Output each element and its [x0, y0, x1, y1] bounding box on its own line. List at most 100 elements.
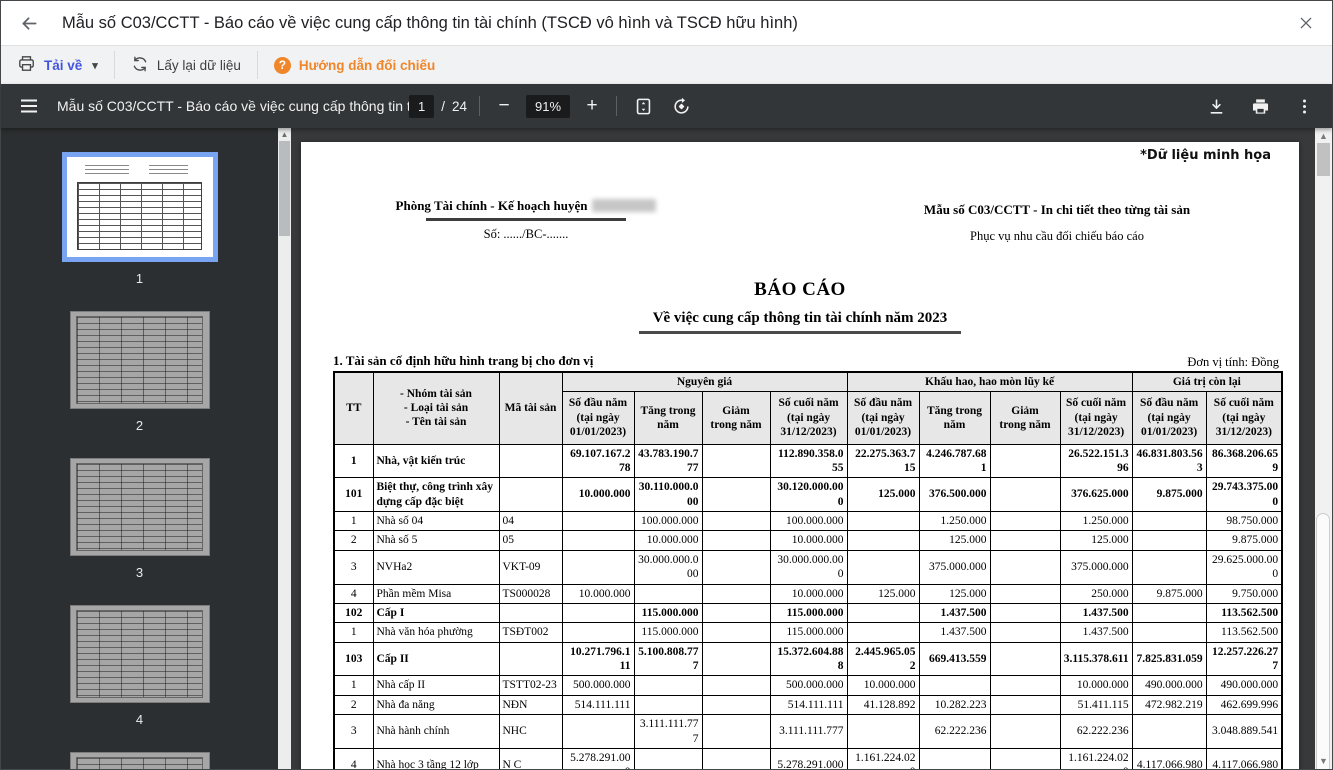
- rotate-icon[interactable]: [667, 92, 695, 120]
- table-cell: [701, 747, 771, 769]
- page-number-input[interactable]: 1: [409, 94, 435, 118]
- table-cell: [846, 602, 920, 624]
- more-options-icon[interactable]: [1290, 92, 1318, 120]
- reload-data-button[interactable]: Lấy lại dữ liệu: [115, 46, 257, 84]
- form-code: Mẫu số C03/CCTT - In chi tiết theo từng …: [923, 202, 1191, 217]
- question-icon: ?: [273, 56, 291, 74]
- main-scrollbar-thumb[interactable]: [1317, 143, 1330, 176]
- table-cell: 30.000.000.000: [769, 549, 848, 585]
- table-cell: 376.625.000: [1059, 477, 1133, 512]
- header-group-gia-tri-con-lai: Giá trị còn lại: [1131, 371, 1283, 393]
- header-sub: Số cuối năm (tại ngày 31/12/2023): [769, 391, 848, 445]
- zoom-level[interactable]: 91%: [526, 94, 571, 118]
- header-sub: Số đầu năm (tại ngày 01/01/2023): [561, 391, 635, 445]
- table-cell: TSTT02-23: [498, 675, 563, 696]
- table-cell: 10.000.000: [561, 583, 635, 604]
- table-cell: [561, 714, 635, 749]
- table-cell: VKT-09: [498, 549, 563, 585]
- table-cell: [633, 675, 703, 696]
- table-cell: 4: [333, 747, 374, 769]
- table-row: 3 NVHa2 VKT-09 30.000.000.000 30.000.000.000…: [333, 549, 1283, 585]
- sample-data-note: *Dữ liệu minh họa: [1140, 148, 1271, 163]
- menu-icon[interactable]: [15, 92, 43, 120]
- table-cell: 4.246.787.681: [918, 443, 991, 479]
- print-icon[interactable]: [1246, 92, 1274, 120]
- table-cell: 3.111.111.777: [769, 714, 848, 749]
- zoom-in-button[interactable]: +: [580, 95, 604, 117]
- table-cell: 376.500.000: [918, 477, 991, 512]
- page-thumbnail-3[interactable]: [69, 458, 210, 556]
- table-cell: [701, 714, 771, 749]
- table-cell: 125.000: [918, 583, 991, 604]
- table-cell: [989, 747, 1061, 769]
- table-cell: 1: [333, 675, 374, 696]
- main-scrollbar[interactable]: ▲ ▼: [1315, 128, 1332, 769]
- page-separator: /: [441, 98, 445, 114]
- thumbnail-header-lines: [85, 165, 188, 176]
- table-cell: 29.743.375.000: [1205, 477, 1283, 512]
- table-cell: 115.000.000: [633, 622, 703, 643]
- app-window: Mẫu số C03/CCTT - Báo cáo về việc cung c…: [0, 0, 1333, 770]
- page-thumbnail-5[interactable]: [69, 752, 210, 769]
- table-cell: Nhà hành chính: [372, 714, 500, 749]
- table-cell: 1.437.500: [1059, 602, 1133, 624]
- table-cell: 4: [333, 583, 374, 604]
- table-cell: [1131, 549, 1207, 585]
- table-cell: 101: [333, 477, 374, 512]
- table-cell: [701, 510, 771, 532]
- table-cell: Biệt thự, công trình xây dựng cấp đặc bi…: [372, 477, 500, 512]
- table-cell: 125.000: [1059, 530, 1133, 551]
- table-cell: 375.000.000: [1059, 549, 1133, 585]
- table-cell: 102: [333, 602, 374, 624]
- sidebar-scrollbar-thumb[interactable]: [279, 141, 290, 236]
- thumbnail-table-preview: [76, 609, 203, 699]
- table-cell: [701, 530, 771, 551]
- table-cell: [846, 622, 920, 643]
- asset-table-header: TT - Nhóm tài sản - Loại tài sản - Tên t…: [333, 371, 1283, 445]
- asset-table-body: 1 Nhà, vật kiến trúc 69.107.167.278 43.783.…: [333, 443, 1283, 769]
- table-cell: [561, 622, 635, 643]
- table-cell: [989, 622, 1061, 643]
- download-icon[interactable]: [1202, 92, 1230, 120]
- table-cell: [633, 694, 703, 716]
- table-cell: 10.282.223: [918, 694, 991, 716]
- table-row: 4Nhà học 3 tầng 12 lớpN C5.278.291.0005.…: [333, 747, 1283, 769]
- close-icon[interactable]: [1298, 15, 1314, 31]
- table-cell: Nhà văn hóa phường: [372, 622, 500, 643]
- table-cell: [701, 583, 771, 604]
- back-arrow-icon[interactable]: [19, 13, 40, 34]
- header-group-nguyen-gia: Nguyên giá: [561, 371, 848, 393]
- header-sub: Tăng trong năm: [633, 391, 703, 445]
- page-total: 24: [452, 98, 468, 114]
- zoom-out-button[interactable]: −: [492, 95, 516, 117]
- table-cell: TS000028: [498, 583, 563, 604]
- table-cell: 472.982.219: [1131, 694, 1207, 716]
- scroll-up-icon[interactable]: ▲: [278, 130, 291, 139]
- overlay-scrollbar-thumb[interactable]: [1316, 513, 1330, 769]
- table-cell: [846, 510, 920, 532]
- table-row: 2 Nhà số 5 05 10.000.000 10.000.000 125.000 12…: [333, 530, 1283, 551]
- guide-link-label: Hướng dẫn đối chiếu: [298, 57, 436, 73]
- table-cell: 30.110.000.000: [633, 477, 703, 512]
- pdf-toolbar: Mẫu số C03/CCTT - Báo cáo về việc cung c…: [1, 84, 1332, 128]
- table-cell: 1.250.000: [918, 510, 991, 532]
- page-thumbnail-4[interactable]: [69, 605, 210, 703]
- table-cell: 05: [498, 530, 563, 551]
- page-thumbnail-2[interactable]: [69, 311, 210, 409]
- section-title: 1. Tài sản cố định hữu hình trang bị cho…: [333, 353, 594, 368]
- table-cell: [918, 675, 991, 696]
- download-button-label: Tải về: [44, 57, 83, 73]
- window-titlebar: Mẫu số C03/CCTT - Báo cáo về việc cung c…: [1, 1, 1332, 46]
- thumbnail-item: 4: [1, 605, 278, 752]
- table-cell: [701, 675, 771, 696]
- guide-link[interactable]: ? Hướng dẫn đối chiếu: [258, 46, 451, 84]
- fit-page-icon[interactable]: [629, 92, 657, 120]
- page-thumbnail-1[interactable]: [61, 152, 218, 262]
- chevron-down-icon: ▾: [92, 59, 98, 72]
- header-sub: Giảm trong năm: [701, 391, 771, 445]
- download-report-button[interactable]: Tải về ▾: [1, 46, 114, 84]
- scroll-down-icon[interactable]: ▼: [1315, 756, 1332, 766]
- scroll-up-icon[interactable]: ▲: [1315, 131, 1332, 141]
- sidebar-scrollbar[interactable]: ▲: [278, 128, 291, 769]
- header-sub: Số đầu năm (tại ngày 01/01/2023): [1131, 391, 1207, 445]
